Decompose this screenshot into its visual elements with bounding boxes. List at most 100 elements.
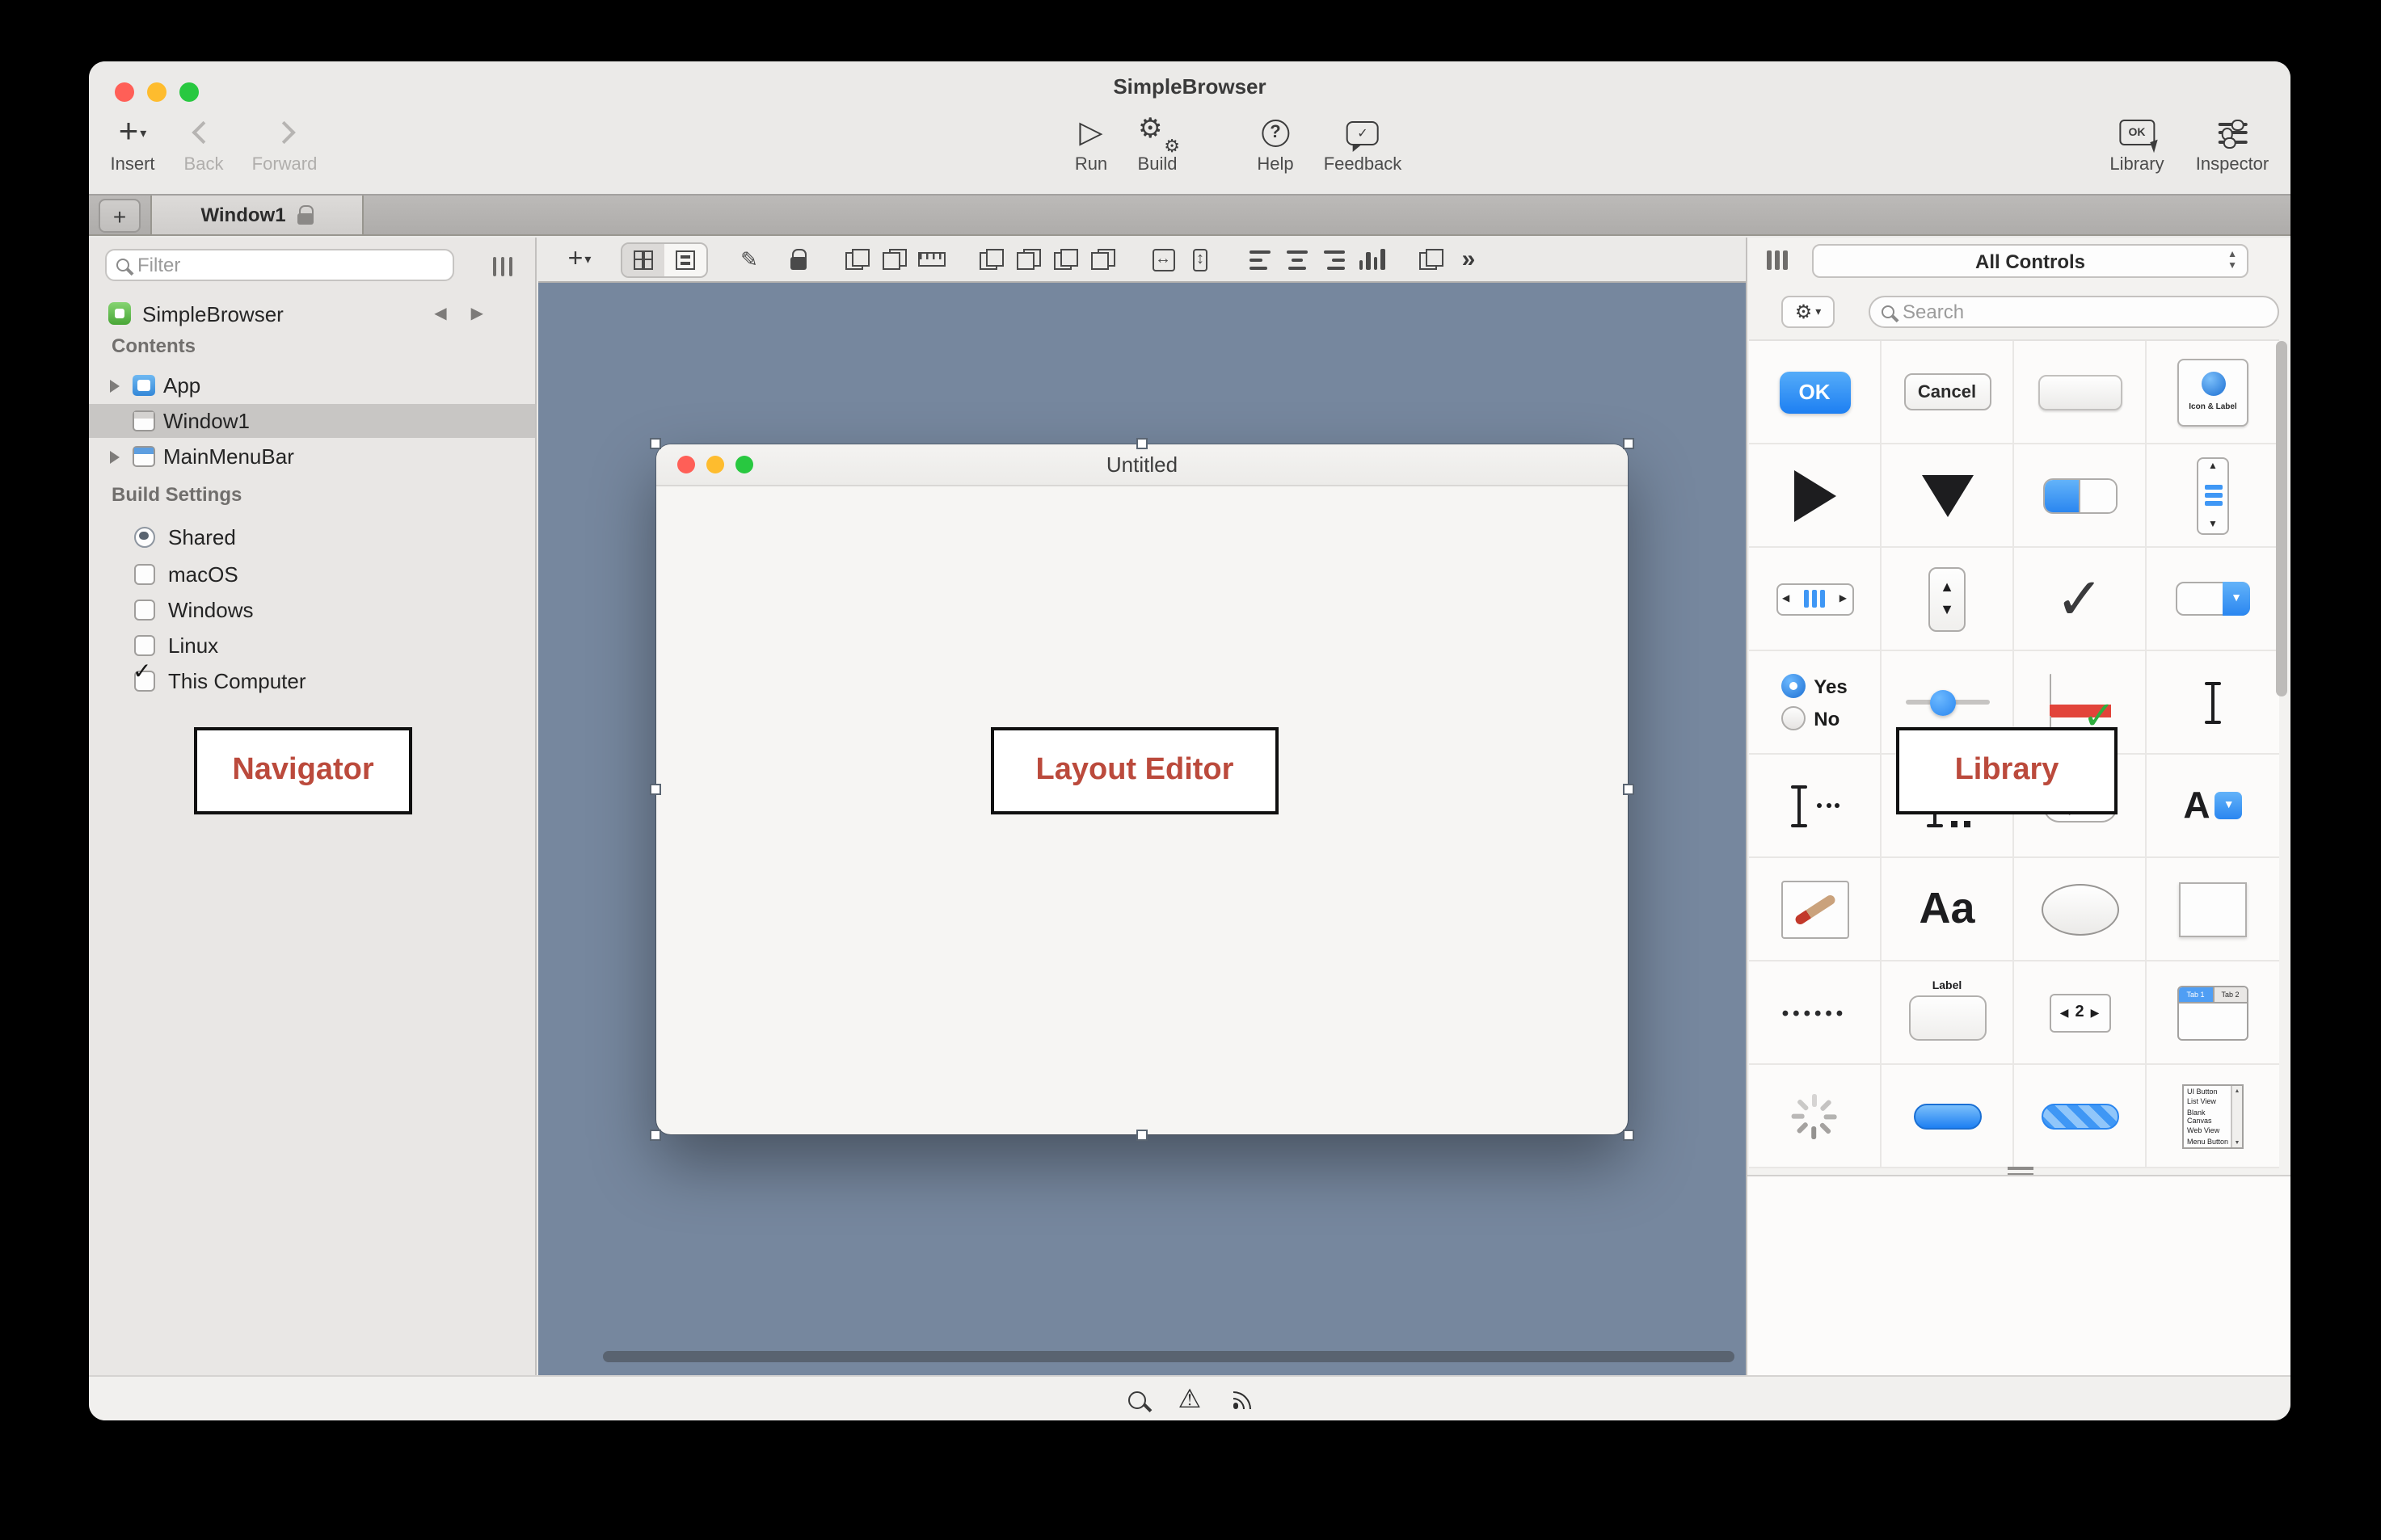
run-toolbar-button[interactable]: ▷ Run bbox=[1075, 113, 1107, 175]
feedback-toolbar-button[interactable]: ✓ Feedback bbox=[1324, 113, 1402, 175]
library-item-ok-button[interactable]: OK bbox=[1749, 341, 1882, 444]
library-item-pagination[interactable]: ◀2▶ bbox=[2014, 961, 2147, 1065]
library-search-input[interactable] bbox=[1903, 301, 2266, 323]
library-item-combo-box[interactable] bbox=[1749, 755, 1882, 858]
library-item-rectangle[interactable] bbox=[2147, 858, 2279, 961]
library-item-bevel-button[interactable]: Icon & Label bbox=[2147, 341, 2279, 444]
library-item-default-button[interactable] bbox=[2014, 341, 2147, 444]
back-toolbar-button[interactable]: Back bbox=[184, 113, 224, 175]
height-button[interactable]: ↕ bbox=[1182, 243, 1219, 276]
ruler-button[interactable] bbox=[913, 243, 950, 276]
library-item-stepper[interactable]: ▲▼ bbox=[1882, 548, 2014, 651]
project-row[interactable]: SimpleBrowser ◀ ▶ bbox=[108, 297, 519, 330]
library-toolbar-button[interactable]: OK Library bbox=[2109, 113, 2164, 175]
disclosure-icon[interactable] bbox=[110, 379, 120, 392]
build-toolbar-button[interactable]: ⚙⚙ Build bbox=[1138, 113, 1178, 175]
list-view-button[interactable] bbox=[664, 243, 706, 276]
panel-handle-icon[interactable] bbox=[1767, 250, 1787, 270]
tab-window1[interactable]: Window1 bbox=[150, 196, 364, 234]
checkbox-icon[interactable] bbox=[134, 563, 155, 584]
library-item-font-popup[interactable]: A▼ bbox=[2147, 755, 2279, 858]
move-up-button[interactable] bbox=[1047, 243, 1085, 276]
forward-toolbar-button[interactable]: Forward bbox=[252, 113, 318, 175]
resize-handle-sw[interactable] bbox=[650, 1130, 661, 1141]
inspector-toolbar-button[interactable]: Inspector bbox=[2196, 113, 2269, 175]
target-windows[interactable]: Windows bbox=[89, 591, 535, 627]
library-item-disclosure-triangle[interactable] bbox=[1749, 444, 1882, 548]
divider-grip-icon[interactable] bbox=[2008, 1167, 2033, 1175]
library-item-down-triangle[interactable] bbox=[1882, 444, 2014, 548]
align-right-button[interactable] bbox=[1316, 243, 1353, 276]
radio-selected-icon[interactable] bbox=[134, 526, 155, 547]
design-window-titlebar[interactable]: Untitled bbox=[656, 444, 1628, 486]
filter-input[interactable] bbox=[137, 254, 443, 276]
library-item-vertical-scrollbar[interactable]: ▲▼ bbox=[2147, 444, 2279, 548]
target-macos[interactable]: macOS bbox=[89, 556, 535, 591]
zoom-search-button[interactable] bbox=[1115, 1377, 1157, 1420]
library-item-radio-buttons[interactable]: Yes No bbox=[1749, 651, 1882, 755]
hierarchy-button[interactable] bbox=[1413, 243, 1450, 276]
library-item-progress-bar[interactable] bbox=[1882, 1065, 2014, 1168]
more-tools-button[interactable]: » bbox=[1450, 243, 1487, 276]
library-divider[interactable] bbox=[1747, 1175, 2290, 1176]
add-tab-button[interactable]: + bbox=[99, 199, 141, 233]
resize-handle-e[interactable] bbox=[1623, 783, 1634, 794]
resize-handle-n[interactable] bbox=[1136, 438, 1147, 449]
resize-handle-nw[interactable] bbox=[650, 438, 661, 449]
history-forward-icon[interactable]: ▶ bbox=[471, 305, 483, 322]
close-button[interactable] bbox=[115, 82, 134, 102]
library-item-activity-spinner[interactable] bbox=[1749, 1065, 1882, 1168]
checkbox-icon[interactable] bbox=[134, 634, 155, 655]
library-item-tab-panel[interactable]: Tab 1Tab 2 bbox=[2147, 961, 2279, 1065]
move-down-button[interactable] bbox=[1085, 243, 1122, 276]
library-item-oval[interactable] bbox=[2014, 858, 2147, 961]
library-item-horizontal-scrollbar[interactable]: ◀▶ bbox=[1749, 548, 1882, 651]
edit-mode-button[interactable]: ✎ bbox=[731, 243, 768, 276]
warnings-button[interactable]: ⚠ bbox=[1169, 1377, 1211, 1420]
target-linux[interactable]: Linux bbox=[89, 627, 535, 663]
send-back-button[interactable] bbox=[1010, 243, 1047, 276]
library-item-text-field[interactable] bbox=[2147, 651, 2279, 755]
library-item-label[interactable]: Aa bbox=[1882, 858, 2014, 961]
bring-front-button[interactable] bbox=[973, 243, 1010, 276]
library-item-indeterminate-progress[interactable] bbox=[2014, 1065, 2147, 1168]
controls-category-dropdown[interactable]: All Controls ▲▼ bbox=[1812, 244, 2248, 278]
library-item-list-box[interactable]: UI Button List View Blank Canvas Web Vie… bbox=[2147, 1065, 2279, 1168]
order-button[interactable] bbox=[876, 243, 913, 276]
filter-field[interactable] bbox=[105, 249, 454, 281]
insert-toolbar-button[interactable]: +▾ Insert bbox=[110, 113, 154, 175]
target-this-computer[interactable]: ✓ This Computer bbox=[89, 663, 535, 698]
resize-handle-ne[interactable] bbox=[1623, 438, 1634, 449]
library-scrollbar[interactable] bbox=[2276, 341, 2287, 696]
checkbox-icon[interactable] bbox=[134, 599, 155, 620]
tree-item-mainmenubar[interactable]: MainMenuBar bbox=[89, 440, 535, 473]
lock-button[interactable] bbox=[779, 243, 816, 276]
tree-item-window1[interactable]: Window1 bbox=[89, 404, 535, 438]
library-item-group-box[interactable]: Label bbox=[1882, 961, 2014, 1065]
library-settings-button[interactable]: ⚙ ▾ bbox=[1781, 296, 1835, 328]
minimize-button[interactable] bbox=[147, 82, 166, 102]
grid-view-button[interactable] bbox=[622, 243, 664, 276]
help-toolbar-button[interactable]: ? Help bbox=[1257, 113, 1293, 175]
history-back-icon[interactable]: ◀ bbox=[434, 305, 446, 322]
resize-handle-s[interactable] bbox=[1136, 1130, 1147, 1141]
align-center-button[interactable] bbox=[1279, 243, 1316, 276]
library-item-popup-menu[interactable]: ▼ bbox=[2147, 548, 2279, 651]
resize-handle-se[interactable] bbox=[1623, 1130, 1634, 1141]
library-item-segmented-control[interactable] bbox=[2014, 444, 2147, 548]
add-control-button[interactable]: +▾ bbox=[561, 243, 598, 276]
align-left-button[interactable] bbox=[1241, 243, 1279, 276]
library-item-cancel-button[interactable]: Cancel bbox=[1882, 341, 2014, 444]
width-button[interactable]: ↔ bbox=[1144, 243, 1182, 276]
design-canvas[interactable]: Untitled Layout Editor bbox=[538, 284, 1746, 1375]
duplicate-button[interactable] bbox=[839, 243, 876, 276]
disclosure-icon[interactable] bbox=[110, 450, 120, 463]
library-item-canvas[interactable] bbox=[1749, 858, 1882, 961]
horizontal-scrollbar[interactable] bbox=[603, 1351, 1734, 1362]
panes-icon[interactable] bbox=[492, 257, 512, 276]
feed-button[interactable] bbox=[1222, 1377, 1264, 1420]
align-bottom-button[interactable] bbox=[1353, 243, 1390, 276]
library-item-password-field[interactable]: •••••• bbox=[1749, 961, 1882, 1065]
resize-handle-w[interactable] bbox=[650, 783, 661, 794]
library-item-checkbox[interactable]: ✓ bbox=[2014, 548, 2147, 651]
